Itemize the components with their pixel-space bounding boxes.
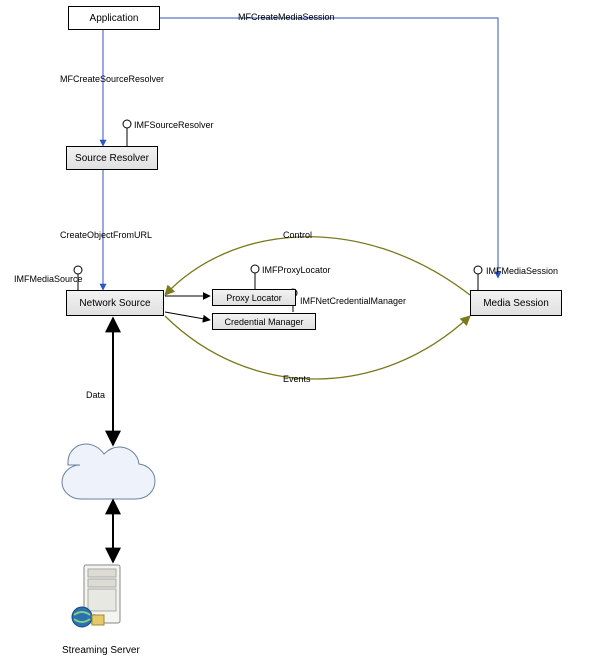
node-label: Source Resolver bbox=[75, 153, 149, 164]
node-label: Application bbox=[90, 13, 139, 24]
label-mfcreate-media-session: MFCreateMediaSession bbox=[238, 12, 335, 22]
node-proxy-locator: Proxy Locator bbox=[212, 289, 296, 306]
label-imf-media-session: IMFMediaSession bbox=[486, 266, 558, 276]
label-imf-media-source: IMFMediaSource bbox=[14, 274, 83, 284]
node-credential-manager: Credential Manager bbox=[212, 313, 316, 330]
node-application: Application bbox=[68, 6, 160, 30]
label-imf-net-credential-manager: IMFNetCredentialManager bbox=[300, 296, 406, 306]
node-label: Proxy Locator bbox=[226, 293, 282, 303]
label-events: Events bbox=[283, 374, 311, 384]
diagram-canvas: { "nodes": { "application": "Application… bbox=[0, 0, 600, 661]
node-label: Network Source bbox=[79, 298, 150, 309]
label-mfcreate-source-resolver: MFCreateSourceResolver bbox=[60, 74, 164, 84]
label-create-object-from-url: CreateObjectFromURL bbox=[60, 230, 152, 240]
diagram-svg bbox=[0, 0, 600, 661]
label-streaming-server: Streaming Server bbox=[62, 645, 140, 656]
label-data: Data bbox=[86, 390, 105, 400]
label-imf-source-resolver: IMFSourceResolver bbox=[134, 120, 214, 130]
node-label: Credential Manager bbox=[224, 317, 303, 327]
node-network-source: Network Source bbox=[66, 290, 164, 316]
label-imf-proxy-locator: IMFProxyLocator bbox=[262, 265, 331, 275]
node-label: Media Session bbox=[483, 298, 549, 309]
label-control: Control bbox=[283, 230, 312, 240]
node-media-session: Media Session bbox=[470, 290, 562, 316]
node-source-resolver: Source Resolver bbox=[66, 146, 158, 170]
